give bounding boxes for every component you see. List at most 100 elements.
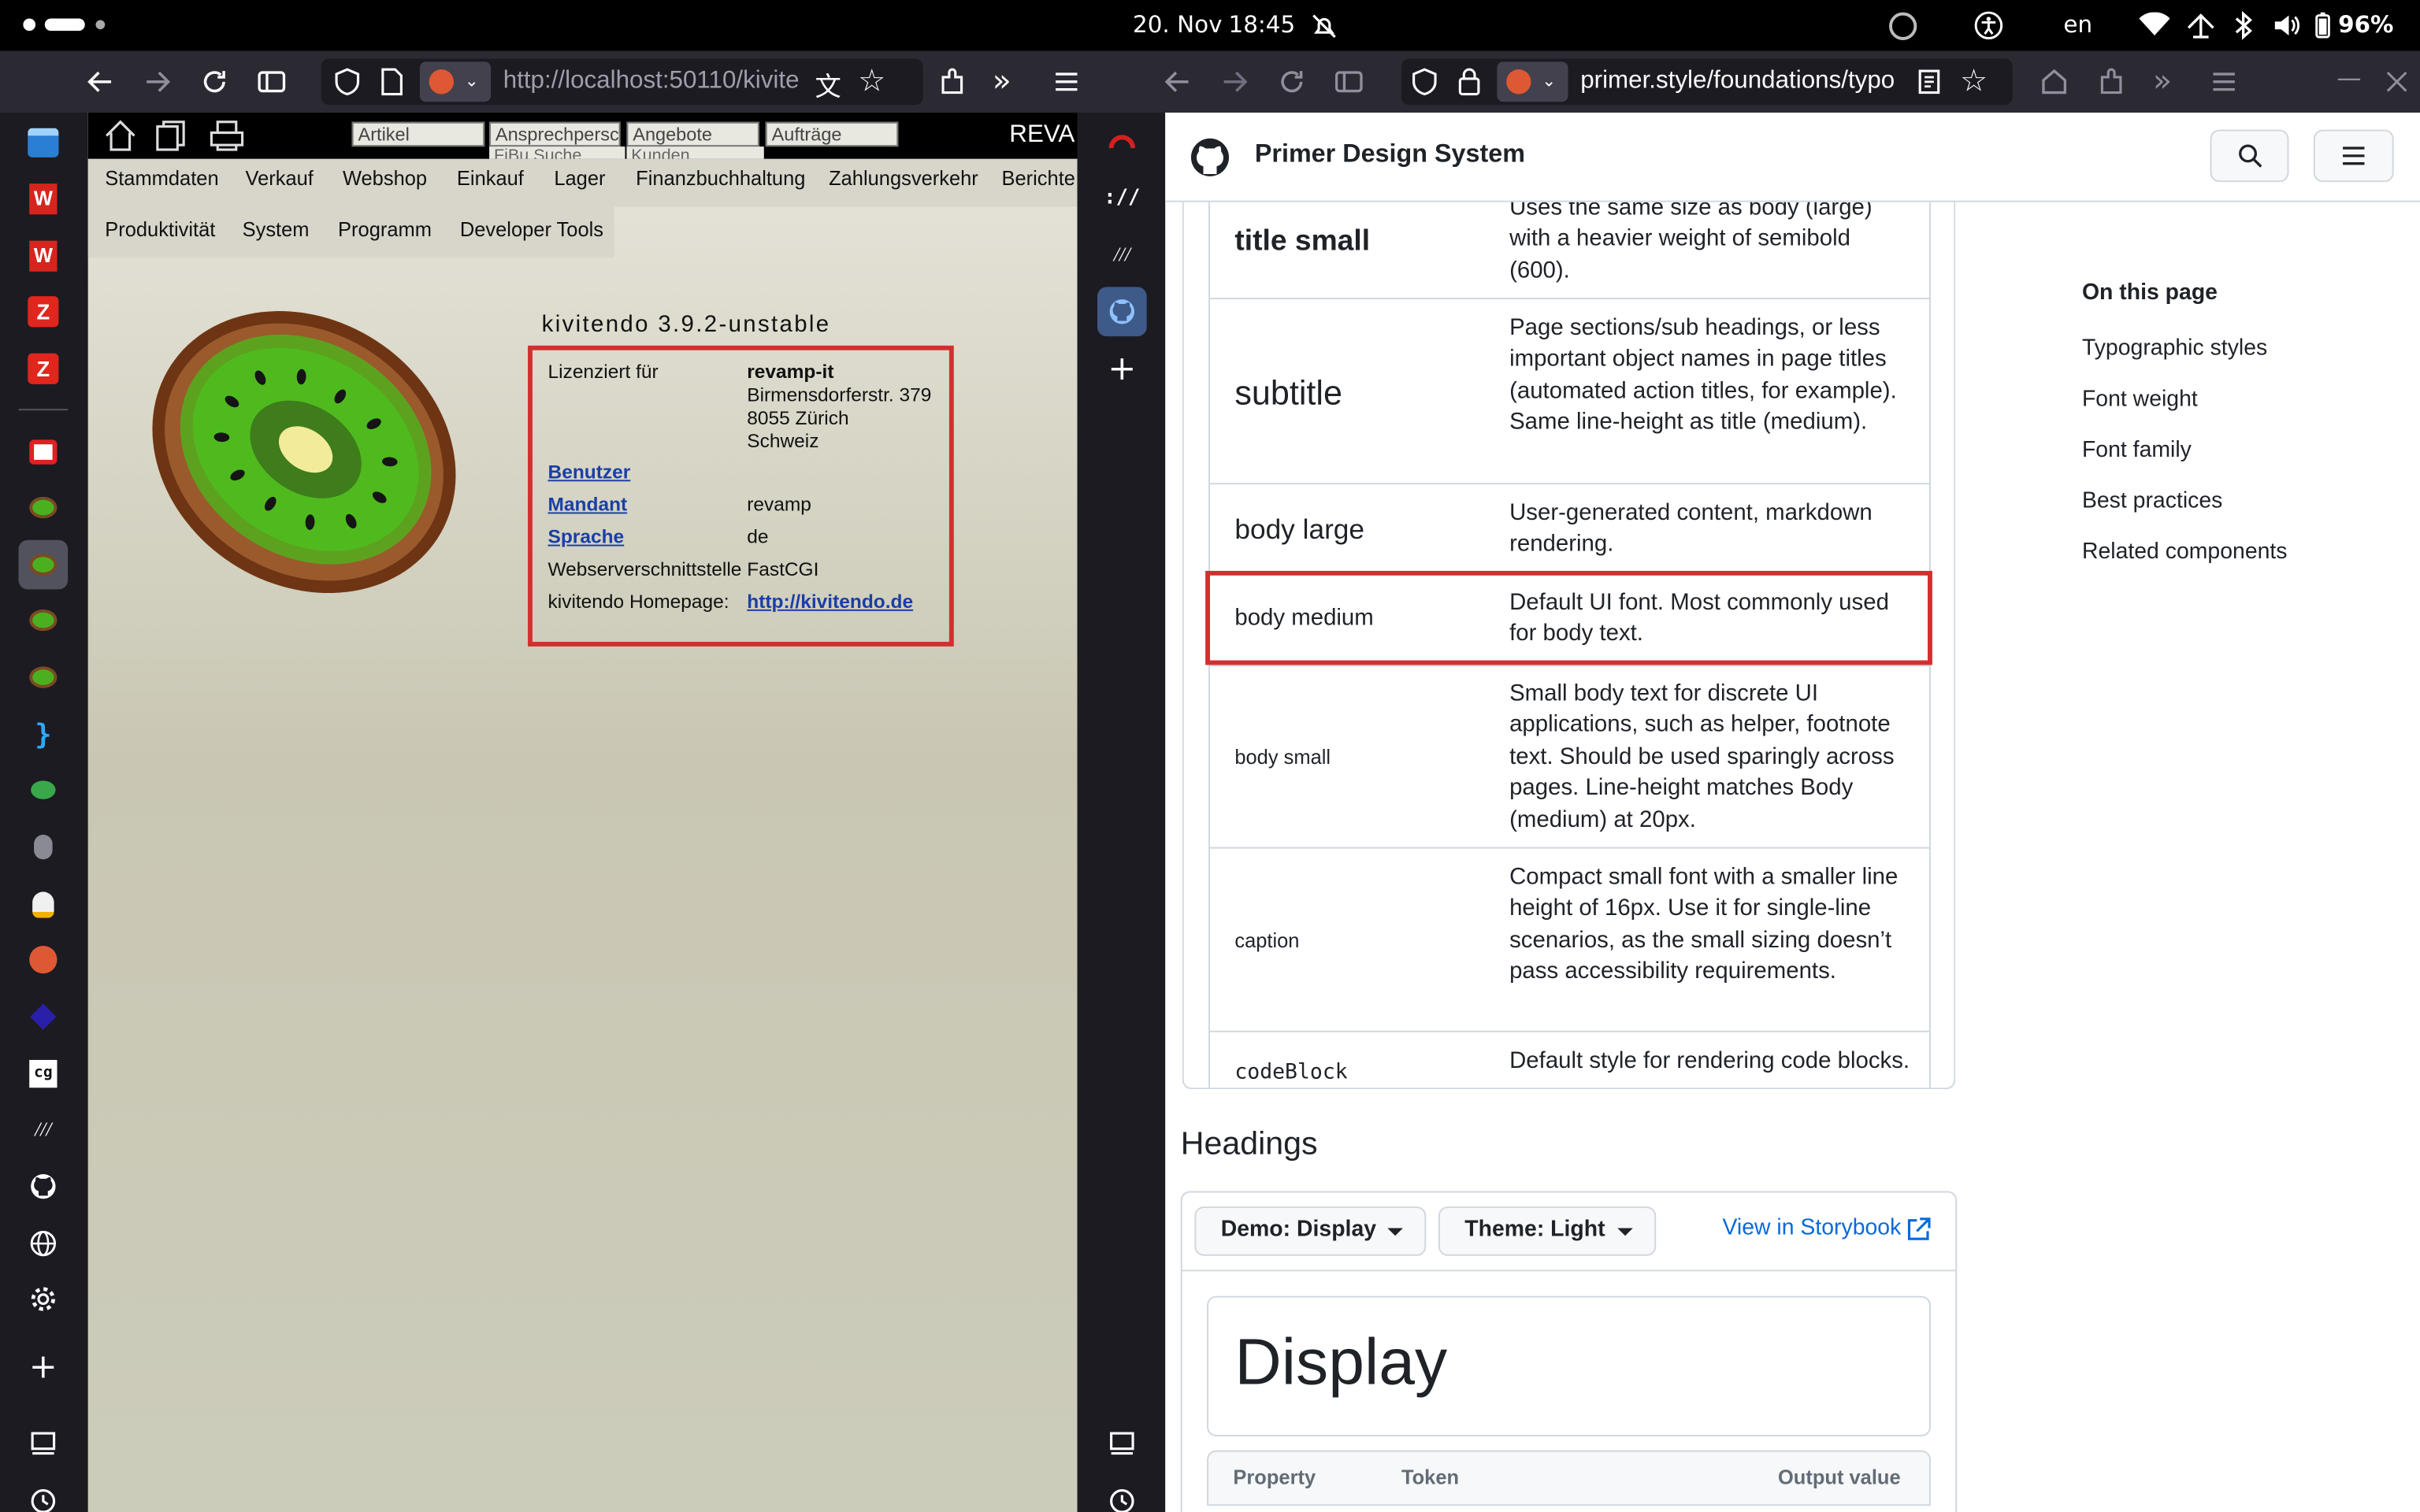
menu-programm[interactable]: Programm xyxy=(338,217,432,240)
clock[interactable]: 18:45 xyxy=(1229,11,1296,39)
gear-icon[interactable] xyxy=(19,1274,69,1324)
toc-item[interactable]: Font weight xyxy=(2082,387,2198,412)
accessibility-icon[interactable] xyxy=(1974,11,2003,40)
menu-verkauf[interactable]: Verkauf xyxy=(246,167,314,190)
quicksearch-fibu[interactable]: FiBu Suche xyxy=(489,146,625,159)
z-icon[interactable]: Z xyxy=(19,344,69,394)
kiwi-icon[interactable] xyxy=(19,653,69,702)
menu-stammdaten[interactable]: Stammdaten xyxy=(105,167,218,190)
url-text[interactable]: primer.style/foundations/typo xyxy=(1580,68,1899,95)
benutzer-link[interactable]: Benutzer xyxy=(548,461,631,483)
kiwi-icon[interactable] xyxy=(19,483,69,532)
url-text[interactable]: http://localhost:50110/kivite xyxy=(503,68,803,95)
toc-item[interactable]: Typographic styles xyxy=(2082,336,2267,361)
close-icon[interactable] xyxy=(2381,66,2412,97)
toc-item[interactable]: Font family xyxy=(2082,438,2192,462)
quicksearch-ansprechperson[interactable]: Ansprechpersc xyxy=(489,121,621,147)
arc-icon[interactable] xyxy=(1097,116,1147,165)
workspace-indicator[interactable] xyxy=(95,20,106,30)
search-button[interactable] xyxy=(2210,129,2289,183)
date[interactable]: 20. Nov xyxy=(1133,11,1222,39)
menu-icon[interactable] xyxy=(1051,66,1078,97)
tux-icon[interactable] xyxy=(19,880,69,929)
sidebar-layout-icon[interactable] xyxy=(1097,1419,1147,1469)
right-url-bar[interactable]: ⌄ primer.style/foundations/typo ☆ xyxy=(1401,58,2013,106)
w-icon[interactable]: W xyxy=(19,174,69,224)
extensions-icon[interactable] xyxy=(937,66,967,97)
kiwi-icon[interactable] xyxy=(19,595,69,645)
plus-icon[interactable]: + xyxy=(19,1342,69,1392)
kiwi-icon[interactable] xyxy=(18,539,69,590)
github-logo-icon[interactable] xyxy=(1190,137,1230,177)
reader-mode-icon[interactable] xyxy=(1917,68,1941,95)
github-icon[interactable] xyxy=(1097,287,1147,337)
menu-berichte[interactable]: Berichte xyxy=(1002,167,1075,190)
quicksearch-auftraege[interactable]: Aufträge xyxy=(765,121,899,147)
menu-icon[interactable] xyxy=(2209,66,2240,97)
back-icon[interactable] xyxy=(1162,66,1193,97)
home-icon[interactable] xyxy=(2039,66,2069,97)
w-icon[interactable]: W xyxy=(19,232,69,281)
github-icon[interactable] xyxy=(19,1162,69,1211)
reload-icon[interactable] xyxy=(1276,66,1307,97)
menu-developer-tools[interactable]: Developer Tools xyxy=(460,217,603,240)
code-icon[interactable]: cg xyxy=(19,1049,69,1099)
menu-lager[interactable]: Lager xyxy=(554,167,605,190)
menu-finanzbuchhaltung[interactable]: Finanzbuchhaltung xyxy=(636,167,805,190)
overflow-chevrons-icon[interactable]: » xyxy=(993,61,1023,98)
workspace-indicator-active[interactable] xyxy=(44,18,85,32)
duckduckgo-icon[interactable] xyxy=(19,935,69,984)
sprache-link[interactable]: Sprache xyxy=(548,526,625,547)
dot-icon[interactable] xyxy=(19,992,69,1042)
sidebar-toggle-icon[interactable] xyxy=(256,66,287,97)
history-icon[interactable] xyxy=(19,1477,69,1512)
external-link-icon[interactable] xyxy=(1906,1217,1931,1242)
search-engine-selector[interactable]: ⌄ xyxy=(1497,61,1568,102)
lock-icon[interactable] xyxy=(1457,66,1481,96)
left-url-bar[interactable]: ⌄ http://localhost:50110/kivite 文 ☆ xyxy=(321,58,923,106)
home-icon[interactable] xyxy=(103,119,137,153)
shield-icon[interactable] xyxy=(333,68,361,96)
print-icon[interactable] xyxy=(210,119,244,153)
sidebar-layout-icon[interactable] xyxy=(19,1419,69,1469)
menu-webshop[interactable]: Webshop xyxy=(343,167,427,190)
forward-icon[interactable] xyxy=(1219,66,1250,97)
circle-indicator-icon[interactable] xyxy=(1889,12,1917,40)
calendar-icon[interactable] xyxy=(19,117,69,167)
forward-icon[interactable] xyxy=(142,66,173,97)
homepage-link[interactable]: http://kivitendo.de xyxy=(747,591,913,612)
protocol-icon[interactable]: :// xyxy=(1097,172,1147,222)
reload-icon[interactable] xyxy=(199,66,230,97)
menu-einkauf[interactable]: Einkauf xyxy=(457,167,524,190)
toc-item[interactable]: Best practices xyxy=(2082,489,2222,513)
menu-system[interactable]: System xyxy=(243,217,310,240)
bookmark-star-icon[interactable]: ☆ xyxy=(858,61,885,100)
translate-icon[interactable]: 文 xyxy=(815,65,841,103)
bookmark-star-icon[interactable]: ☆ xyxy=(1960,61,1988,100)
m-icon[interactable]: /// xyxy=(1097,230,1147,280)
mouse-icon[interactable] xyxy=(19,822,69,872)
keyboard-layout[interactable]: en xyxy=(2063,11,2092,39)
toc-item[interactable]: Related components xyxy=(2082,540,2288,565)
minimize-icon[interactable]: — xyxy=(2336,63,2367,94)
storybook-link[interactable]: View in Storybook xyxy=(1722,1216,1901,1240)
history-icon[interactable] xyxy=(1097,1477,1147,1512)
windows-icon[interactable] xyxy=(154,119,188,153)
quicksearch-artikel[interactable]: Artikel xyxy=(351,121,485,147)
globe-icon[interactable] xyxy=(19,1219,69,1269)
bug-icon[interactable] xyxy=(19,765,69,815)
m-icon[interactable]: /// xyxy=(19,1105,69,1154)
chat-icon[interactable] xyxy=(19,428,69,477)
extensions-icon[interactable] xyxy=(2096,66,2127,97)
back-icon[interactable] xyxy=(85,66,116,97)
theme-dropdown-button[interactable]: Theme: Light xyxy=(1438,1206,1657,1256)
search-engine-selector[interactable]: ⌄ xyxy=(419,61,492,102)
braces-icon[interactable]: } xyxy=(19,710,69,759)
mandant-link[interactable]: Mandant xyxy=(548,494,628,515)
menu-produktivitaet[interactable]: Produktivität xyxy=(105,217,215,240)
quicksearch-angebote[interactable]: Angebote xyxy=(626,121,759,147)
hamburger-menu-button[interactable] xyxy=(2313,129,2394,183)
sidebar-toggle-icon[interactable] xyxy=(1334,66,1364,97)
demo-dropdown-button[interactable]: Demo: Display xyxy=(1194,1206,1427,1256)
quicksearch-kunden[interactable]: Kunden xyxy=(626,146,764,159)
